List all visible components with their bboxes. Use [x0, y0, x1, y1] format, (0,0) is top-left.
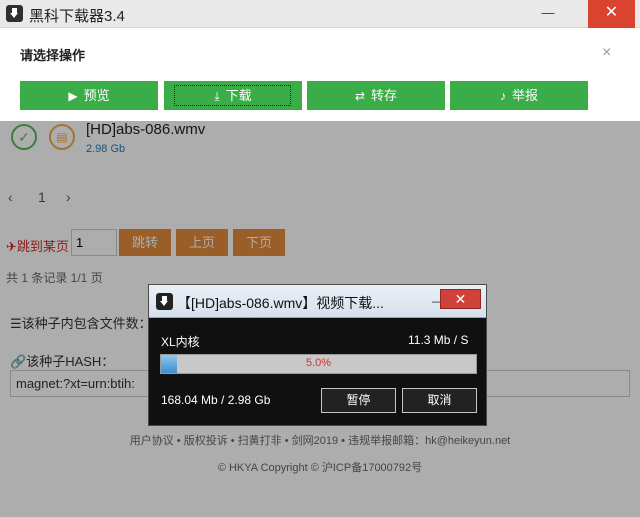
transfer-button[interactable]: ⇄ 转存 [307, 81, 445, 110]
title-bar: 黑科下载器3.4 — ✕ [0, 0, 640, 28]
app-download-icon [6, 5, 23, 22]
focus-ring [174, 85, 291, 106]
minimize-button[interactable]: — [530, 0, 566, 28]
transfer-icon: ⇄ [354, 89, 366, 103]
bell-icon: ♪ [499, 89, 506, 103]
close-window-button[interactable]: ✕ [588, 0, 635, 28]
panel-close-icon[interactable]: × [602, 44, 611, 62]
dialog-title-bar: 【[HD]abs-086.wmv】视频下载... — ✕ [149, 285, 486, 318]
panel-title: 请选择操作 [20, 48, 86, 63]
pause-button[interactable]: 暂停 [321, 388, 396, 413]
dialog-download-icon [156, 293, 173, 310]
download-progress-bar: 5.0% [160, 354, 477, 374]
downloaded-size: 168.04 Mb / 2.98 Gb [161, 393, 271, 407]
preview-button[interactable]: ▶ 预览 [20, 81, 158, 110]
download-speed: 11.3 Mb / S [408, 333, 469, 347]
dialog-title: 【[HD]abs-086.wmv】视频下载... [177, 295, 384, 311]
download-core-label: XL内核 [161, 335, 200, 349]
window-title: 黑科下载器3.4 [29, 8, 125, 25]
download-dialog: 【[HD]abs-086.wmv】视频下载... — ✕ XL内核 11.3 M… [148, 284, 487, 426]
dialog-close-button[interactable]: ✕ [440, 289, 481, 309]
play-circle-icon: ▶ [68, 89, 78, 103]
cancel-button[interactable]: 取消 [402, 388, 477, 413]
progress-percent: 5.0% [305, 357, 332, 369]
action-panel: 请选择操作 × ▶ 预览 ⤓ 下载 ⇄ 转存 ♪ 举报 [0, 28, 640, 121]
report-button[interactable]: ♪ 举报 [450, 81, 588, 110]
download-button[interactable]: ⤓ 下载 [164, 81, 302, 110]
